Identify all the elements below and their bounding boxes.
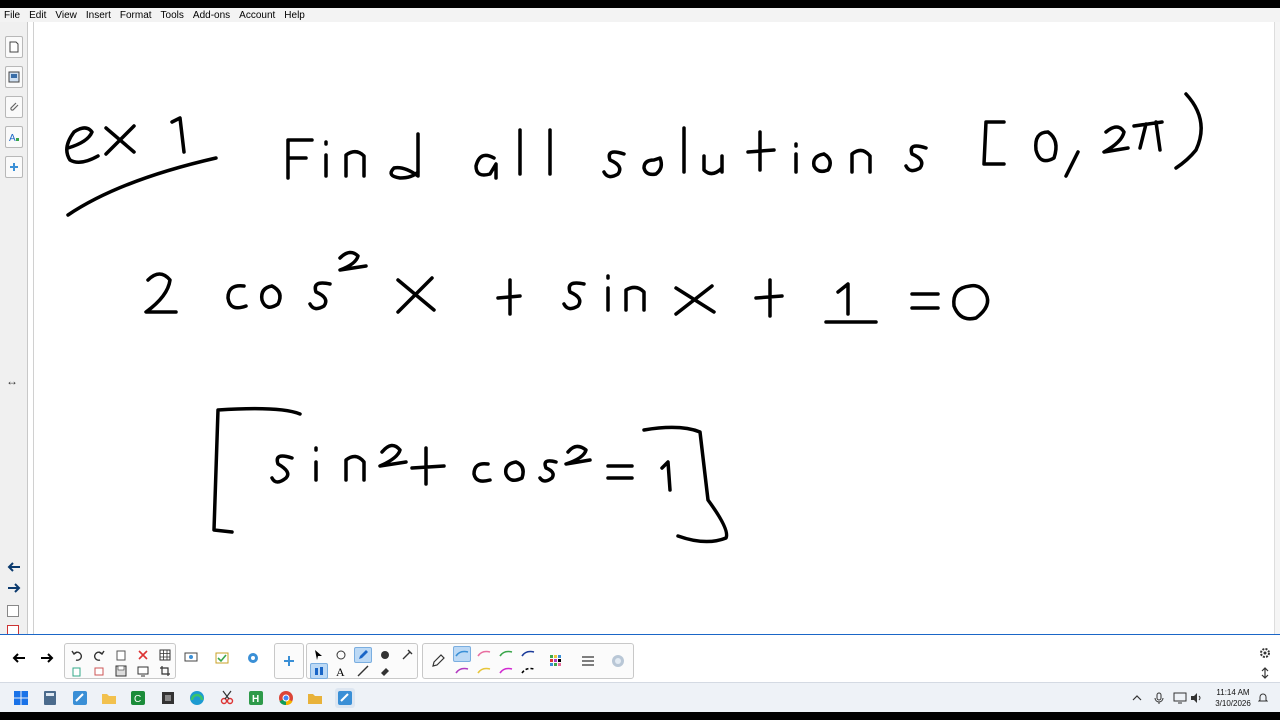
settings-gear-icon[interactable] [1256, 645, 1274, 661]
pen-color-navy-icon[interactable] [519, 646, 537, 662]
interactive-pen-icon[interactable] [332, 647, 350, 663]
drawing-tool-group: A [306, 643, 418, 679]
chrome-browser-icon[interactable] [276, 688, 296, 708]
line-tool-icon[interactable] [354, 663, 372, 679]
side-tabs: A ↔ [0, 22, 28, 637]
clone-icon[interactable] [68, 663, 86, 679]
svg-text:A: A [9, 133, 16, 143]
camtasia-icon[interactable]: C [128, 688, 148, 708]
transparency-icon[interactable] [609, 653, 627, 669]
edge-browser-icon[interactable] [187, 688, 207, 708]
save-icon[interactable] [112, 663, 130, 679]
smart-notebook-window: File Edit View Insert Format Tools Add-o… [0, 8, 1280, 682]
menu-format[interactable]: Format [120, 10, 152, 21]
clock-time: 11:14 AM [1216, 688, 1250, 697]
open-icon[interactable] [90, 663, 108, 679]
edit-tool-group [64, 643, 176, 679]
line-style-icon[interactable] [579, 653, 597, 669]
whiteboard-canvas[interactable] [34, 22, 1274, 634]
smart-lab-icon[interactable] [244, 650, 262, 666]
document-camera-icon[interactable] [158, 688, 178, 708]
snipping-tool-icon[interactable] [217, 688, 237, 708]
menu-account[interactable]: Account [239, 10, 275, 21]
pen-properties-group [422, 643, 634, 679]
equation-text [144, 250, 990, 324]
next-page-icon[interactable] [38, 650, 56, 666]
svg-text:C: C [134, 694, 141, 705]
notification-icon[interactable] [1256, 688, 1270, 708]
add-ons-icon[interactable] [5, 156, 23, 178]
identity-box [212, 406, 729, 544]
pen-color-blue-icon[interactable] [453, 646, 471, 662]
pen-color-yellow-icon[interactable] [475, 663, 493, 679]
select-tool-icon[interactable] [310, 647, 328, 663]
arrow-left-icon[interactable] [5, 560, 23, 574]
addon-tool-group [274, 643, 304, 679]
pen-tool-icon[interactable] [354, 647, 372, 663]
menu-help[interactable]: Help [284, 10, 305, 21]
page-sorter-icon[interactable] [5, 36, 23, 58]
pen-color-green-icon[interactable] [497, 646, 515, 662]
canvas-scroll-edge[interactable] [1274, 22, 1280, 634]
os-taskbar: C H 11:14 AM 3/10/2026 [0, 682, 1280, 712]
ex1-label [65, 116, 218, 217]
network-icon[interactable] [1172, 688, 1188, 708]
redo-icon[interactable] [90, 647, 108, 663]
chevron-up-icon[interactable] [1130, 688, 1144, 708]
volume-icon[interactable] [1189, 688, 1203, 708]
menu-file[interactable]: File [4, 10, 20, 21]
new-page-icon[interactable] [7, 605, 19, 617]
svg-text:H: H [252, 694, 259, 705]
magic-pen-icon[interactable] [398, 647, 416, 663]
measurement-tools-icon[interactable] [280, 653, 298, 669]
previous-page-icon[interactable] [10, 650, 28, 666]
bottom-toolbar: A [0, 634, 1280, 682]
paste-icon[interactable] [112, 647, 130, 663]
svg-text:A: A [336, 665, 345, 677]
screen-capture-icon[interactable] [182, 650, 200, 666]
clock-date: 3/10/2026 [1215, 699, 1251, 708]
notebook-active-icon[interactable] [335, 688, 355, 708]
file-explorer-icon[interactable] [99, 688, 119, 708]
crop-icon[interactable] [156, 663, 174, 679]
shapes-tool-icon[interactable] [310, 663, 328, 679]
h-app-icon[interactable]: H [246, 688, 266, 708]
resize-handle-icon[interactable]: ↔ [6, 374, 18, 388]
pen-color-purple-icon[interactable] [453, 663, 471, 679]
text-tool-icon[interactable]: A [332, 663, 350, 679]
menu-edit[interactable]: Edit [29, 10, 46, 21]
table-icon[interactable] [156, 647, 174, 663]
eraser-tool-icon[interactable] [376, 663, 394, 679]
pen-color-black-icon[interactable] [519, 663, 537, 679]
system-clock[interactable]: 11:14 AM 3/10/2026 [1210, 687, 1256, 709]
fill-tool-icon[interactable] [376, 647, 394, 663]
menu-insert[interactable]: Insert [86, 10, 111, 21]
start-icon[interactable] [11, 688, 31, 708]
attachments-icon[interactable] [5, 96, 23, 118]
menu-add-ons[interactable]: Add-ons [193, 10, 230, 21]
pen-color-pink-icon[interactable] [475, 646, 493, 662]
calculator-icon[interactable] [40, 688, 60, 708]
folder-icon[interactable] [305, 688, 325, 708]
gallery-icon[interactable] [5, 66, 23, 88]
menu-tools[interactable]: Tools [161, 10, 184, 21]
notebook-app-icon[interactable] [70, 688, 90, 708]
interval-text [982, 92, 1203, 178]
color-palette-icon[interactable] [547, 653, 565, 669]
pen-type-icon[interactable] [429, 653, 447, 669]
activity-builder-icon[interactable] [213, 650, 231, 666]
handwriting-layer [65, 92, 1203, 544]
properties-icon[interactable]: A [5, 126, 23, 148]
menu-view[interactable]: View [55, 10, 77, 21]
toolbar-position-icon[interactable] [1256, 665, 1274, 681]
screen-icon[interactable] [134, 663, 152, 679]
delete-icon[interactable] [134, 647, 152, 663]
microphone-icon[interactable] [1152, 688, 1166, 708]
arrow-right-icon[interactable] [5, 581, 23, 595]
pen-color-magenta-icon[interactable] [497, 663, 515, 679]
menu-bar: File Edit View Insert Format Tools Add-o… [0, 8, 1280, 22]
undo-icon[interactable] [68, 647, 86, 663]
find-all-solutions-text [286, 126, 928, 180]
